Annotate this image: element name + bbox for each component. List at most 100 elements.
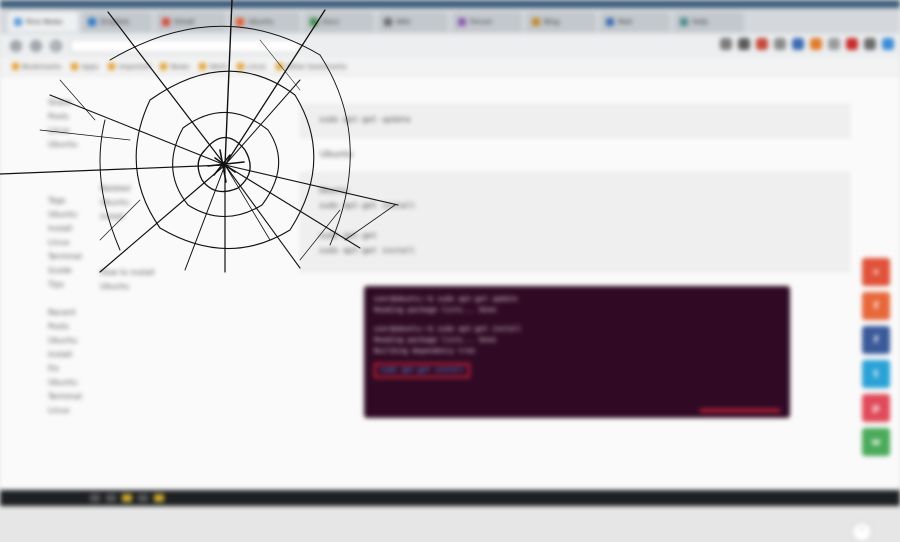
sidebar-link[interactable] xyxy=(48,292,88,306)
extension-icon[interactable] xyxy=(720,38,732,50)
browser-tab[interactable]: Forum xyxy=(452,12,522,32)
tab-label: Rivo News xyxy=(26,18,63,26)
browser-tab[interactable]: Dropbox xyxy=(82,12,152,32)
sidebar-link[interactable]: Posts xyxy=(48,110,88,124)
tab-label: Gmail xyxy=(174,18,195,26)
bookmark-label: Work xyxy=(209,62,228,71)
sidebar-link[interactable]: Install xyxy=(48,222,88,236)
extension-icon[interactable] xyxy=(756,38,768,50)
related-link[interactable]: Ubuntu xyxy=(100,196,250,210)
sidebar-link[interactable]: Fix xyxy=(48,362,88,376)
share-button-2[interactable]: f xyxy=(862,292,890,320)
bookmark-label: Apps xyxy=(81,62,99,71)
share-icon: f xyxy=(873,300,879,312)
sidebar-link[interactable] xyxy=(48,152,88,166)
page-content: Share Posts Linux Ubuntu Tags Ubuntu Install L… xyxy=(0,76,900,542)
sidebar-link[interactable]: Share xyxy=(48,96,88,110)
taskbar-icon[interactable] xyxy=(106,494,116,502)
sidebar-link[interactable]: Tags xyxy=(48,194,88,208)
sidebar-link[interactable] xyxy=(48,166,88,180)
code-block-1: sudo apt-get update xyxy=(300,104,850,138)
taskbar-icon[interactable] xyxy=(122,494,132,502)
browser-tab[interactable]: Gmail xyxy=(156,12,226,32)
sidebar-link[interactable]: Posts xyxy=(48,320,88,334)
bookmark-label: Other bookmarks xyxy=(285,62,347,71)
sidebar-link[interactable]: Terminal xyxy=(48,390,88,404)
secondary-column: Related Ubuntu install How to install Ubunt… xyxy=(100,182,250,294)
share-button-5[interactable]: p xyxy=(862,394,890,422)
taskbar-icon[interactable] xyxy=(90,494,100,502)
terminal-accent-bar xyxy=(700,409,780,412)
os-taskbar xyxy=(0,490,900,506)
bookmark-item[interactable]: Work xyxy=(199,63,227,71)
related-link[interactable] xyxy=(100,238,250,252)
browser-tab[interactable]: Mail xyxy=(600,12,670,32)
extension-icon[interactable] xyxy=(882,38,894,50)
scroll-to-top-button[interactable]: ⌃ xyxy=(852,522,872,542)
address-bar[interactable] xyxy=(70,39,300,53)
related-link[interactable] xyxy=(100,224,250,238)
forward-arrow-icon[interactable]: › xyxy=(30,40,42,52)
folder-icon xyxy=(71,63,79,70)
sidebar-link[interactable]: Ubuntu xyxy=(48,138,88,152)
taskbar-icon[interactable] xyxy=(154,494,164,502)
sidebar-link[interactable]: Ubuntu xyxy=(48,334,88,348)
related-link[interactable] xyxy=(100,252,250,266)
bookmark-item[interactable]: Bookmarks xyxy=(12,63,61,71)
sidebar-link[interactable]: Ubuntu xyxy=(48,376,88,390)
bookmark-item[interactable]: Imported xyxy=(108,63,150,71)
terminal-line: Reading package lists... Done xyxy=(374,336,497,344)
browser-tab[interactable]: Wiki xyxy=(378,12,448,32)
sidebar-link[interactable]: Linux xyxy=(48,404,88,418)
extension-icon[interactable] xyxy=(792,38,804,50)
related-link[interactable]: Ubuntu xyxy=(100,280,250,294)
taskbar-icon[interactable] xyxy=(138,494,148,502)
extension-icons xyxy=(720,38,894,50)
sidebar-link[interactable] xyxy=(48,180,88,194)
bookmark-item[interactable]: Linux xyxy=(237,63,266,71)
related-link[interactable]: How to install xyxy=(100,266,250,280)
sidebar-link[interactable]: Linux xyxy=(48,236,88,250)
sidebar-link[interactable]: Tips xyxy=(48,278,88,292)
share-icon: w xyxy=(871,436,881,448)
tab-label: Wiki xyxy=(396,18,411,26)
browser-tab[interactable]: Blog xyxy=(526,12,596,32)
bookmark-item[interactable]: News xyxy=(160,63,189,71)
browser-tab[interactable]: Docs xyxy=(304,12,374,32)
bookmarks-bar: Bookmarks Apps Imported News Work Linux Other … xyxy=(0,58,900,76)
sidebar-link[interactable]: Install xyxy=(48,348,88,362)
bookmark-item[interactable]: Apps xyxy=(71,63,98,71)
related-link[interactable]: install xyxy=(100,210,250,224)
browser-tab[interactable]: Ubuntu xyxy=(230,12,300,32)
sidebar-link[interactable]: Guide xyxy=(48,264,88,278)
sidebar-link[interactable]: Linux xyxy=(48,124,88,138)
share-icon: + xyxy=(871,266,881,278)
share-button-6[interactable]: w xyxy=(862,428,890,456)
back-arrow-icon[interactable]: ‹ xyxy=(10,40,22,52)
sidebar-link[interactable]: Ubuntu xyxy=(48,208,88,222)
section-heading: Ubuntu xyxy=(320,150,353,160)
sidebar-link[interactable]: Recent xyxy=(48,306,88,320)
extension-icon[interactable] xyxy=(864,38,876,50)
related-link[interactable]: Related xyxy=(100,182,250,196)
reload-icon[interactable]: ↻ xyxy=(50,40,62,52)
sidebar-link[interactable]: Terminal xyxy=(48,250,88,264)
favicon-icon xyxy=(162,18,170,26)
share-button-3[interactable]: f xyxy=(862,326,890,354)
favicon-icon xyxy=(606,18,614,26)
share-button-4[interactable]: t xyxy=(862,360,890,388)
extension-icon[interactable] xyxy=(846,38,858,50)
extension-icon[interactable] xyxy=(738,38,750,50)
bookmark-item[interactable]: Other bookmarks xyxy=(275,62,347,71)
code-line: sudo apt-get xyxy=(319,231,377,240)
extension-icon[interactable] xyxy=(810,38,822,50)
favicon-icon xyxy=(532,18,540,26)
tab-label: Docs xyxy=(322,18,340,26)
extension-icon[interactable] xyxy=(774,38,786,50)
browser-tab[interactable]: Rivo News xyxy=(8,12,78,32)
social-share-bar: + f f t p w xyxy=(862,258,890,456)
share-button-1[interactable]: + xyxy=(862,258,890,286)
extension-icon[interactable] xyxy=(828,38,840,50)
browser-tab[interactable]: Help xyxy=(674,12,744,32)
